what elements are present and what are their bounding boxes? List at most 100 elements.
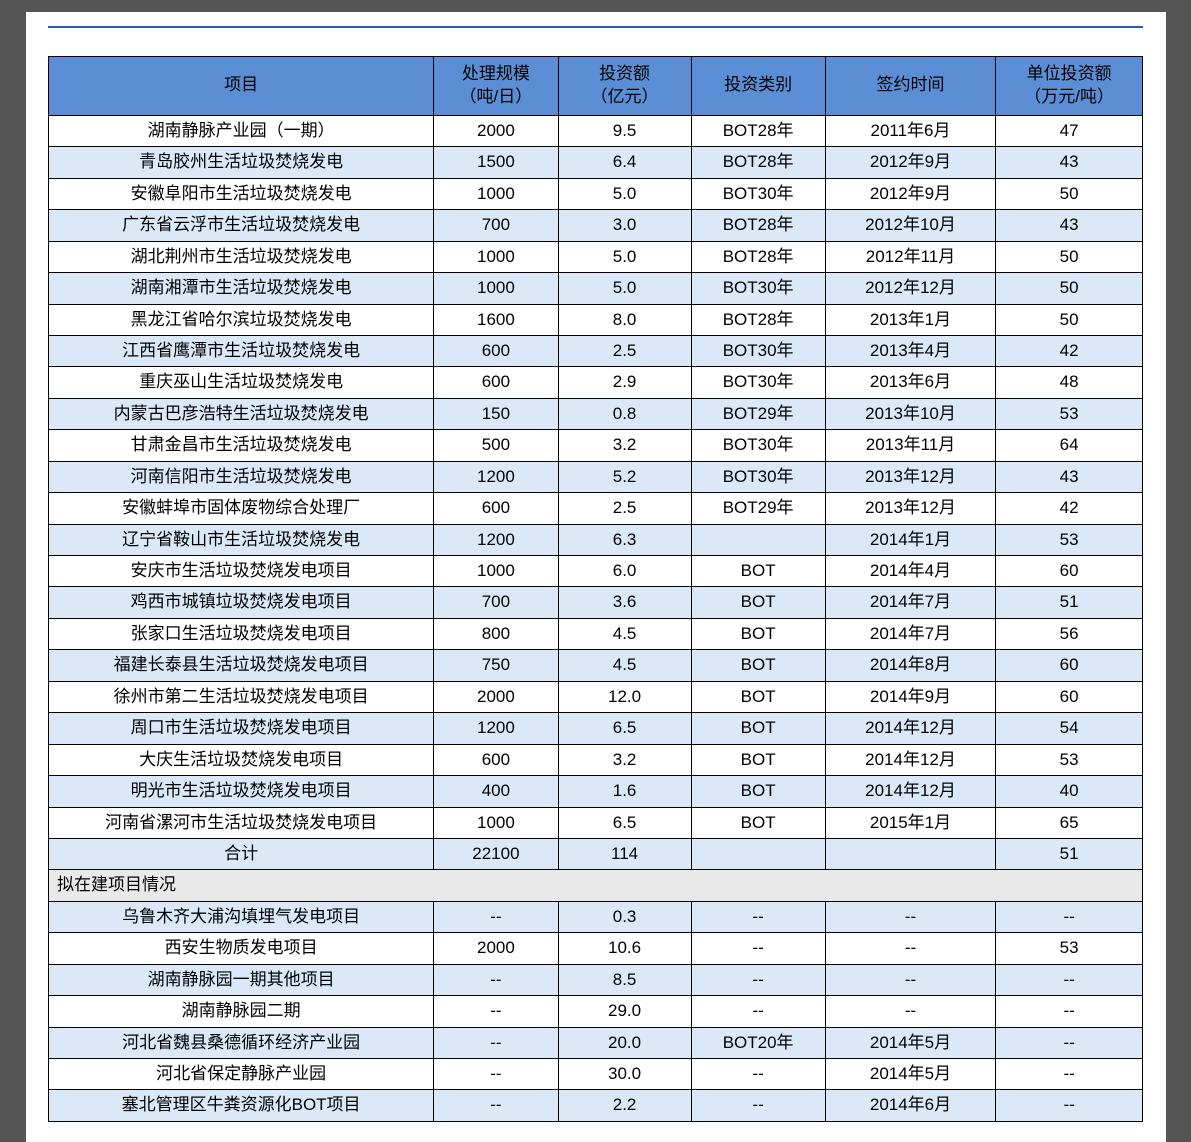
- cell: --: [996, 1027, 1143, 1058]
- cell: 8.0: [558, 304, 691, 335]
- cell: 辽宁省鞍山市生活垃圾焚烧发电: [49, 524, 434, 555]
- table-row: 大庆生活垃圾焚烧发电项目6003.2BOT2014年12月53: [49, 744, 1143, 775]
- col-type: 投资类别: [691, 57, 825, 116]
- cell: BOT30年: [691, 178, 825, 209]
- table-row: 湖南静脉园一期其他项目--8.5------: [49, 964, 1143, 995]
- table-row: 安徽蚌埠市固体废物综合处理厂6002.5BOT29年2013年12月42: [49, 493, 1143, 524]
- cell: [691, 524, 825, 555]
- cell: --: [691, 1090, 825, 1121]
- cell: BOT30年: [691, 367, 825, 398]
- cell: 9.5: [558, 115, 691, 146]
- table-row: 黑龙江省哈尔滨垃圾焚烧发电16008.0BOT28年2013年1月50: [49, 304, 1143, 335]
- cell: 6.5: [558, 807, 691, 838]
- cell: 60: [996, 681, 1143, 712]
- cell: 0.3: [558, 901, 691, 932]
- cell: 1000: [434, 556, 558, 587]
- cell: 鸡西市城镇垃圾焚烧发电项目: [49, 587, 434, 618]
- table-row: 青岛胶州生活垃圾焚烧发电15006.4BOT28年2012年9月43: [49, 147, 1143, 178]
- cell: 60: [996, 650, 1143, 681]
- cell: 48: [996, 367, 1143, 398]
- cell: 22100: [434, 838, 558, 869]
- cell: BOT29年: [691, 398, 825, 429]
- cell: 2014年7月: [825, 587, 996, 618]
- cell: BOT: [691, 587, 825, 618]
- cell: BOT28年: [691, 210, 825, 241]
- cell: BOT29年: [691, 493, 825, 524]
- table-row: 湖南湘潭市生活垃圾焚烧发电10005.0BOT30年2012年12月50: [49, 273, 1143, 304]
- cell: 56: [996, 618, 1143, 649]
- cell: BOT: [691, 556, 825, 587]
- cell: 50: [996, 273, 1143, 304]
- cell: 750: [434, 650, 558, 681]
- cell: 42: [996, 493, 1143, 524]
- cell: --: [691, 933, 825, 964]
- table-row: 徐州市第二生活垃圾焚烧发电项目200012.0BOT2014年9月60: [49, 681, 1143, 712]
- cell: 60: [996, 556, 1143, 587]
- cell: 内蒙古巴彦浩特生活垃圾焚烧发电: [49, 398, 434, 429]
- cell: 2.9: [558, 367, 691, 398]
- table-row: 张家口生活垃圾焚烧发电项目8004.5BOT2014年7月56: [49, 618, 1143, 649]
- cell: 51: [996, 838, 1143, 869]
- cell: BOT: [691, 776, 825, 807]
- cell: 2013年6月: [825, 367, 996, 398]
- cell: 600: [434, 493, 558, 524]
- cell: 3.6: [558, 587, 691, 618]
- top-rule: [48, 26, 1143, 28]
- section-planned-header: 拟在建项目情况: [49, 870, 1143, 901]
- cell: 2014年5月: [825, 1059, 996, 1090]
- table-row: 西安生物质发电项目200010.6----53: [49, 933, 1143, 964]
- cell: 50: [996, 241, 1143, 272]
- cell: 47: [996, 115, 1143, 146]
- cell: BOT28年: [691, 241, 825, 272]
- cell: --: [691, 901, 825, 932]
- cell: 河南省漯河市生活垃圾焚烧发电项目: [49, 807, 434, 838]
- cell: 塞北管理区牛粪资源化BOT项目: [49, 1090, 434, 1121]
- cell: [691, 838, 825, 869]
- cell: 湖南湘潭市生活垃圾焚烧发电: [49, 273, 434, 304]
- cell: BOT: [691, 618, 825, 649]
- cell: 安徽蚌埠市固体废物综合处理厂: [49, 493, 434, 524]
- col-capacity-l2: （吨/日）: [460, 87, 533, 106]
- col-investment-l1: 投资额: [599, 64, 650, 83]
- cell: 2014年6月: [825, 1090, 996, 1121]
- cell: 2014年12月: [825, 776, 996, 807]
- cell: 2014年5月: [825, 1027, 996, 1058]
- cell: 河南信阳市生活垃圾焚烧发电: [49, 461, 434, 492]
- cell: 1600: [434, 304, 558, 335]
- cell: --: [996, 996, 1143, 1027]
- cell: [825, 838, 996, 869]
- cell: 湖南静脉园二期: [49, 996, 434, 1027]
- cell: 3.2: [558, 430, 691, 461]
- cell: 合计: [49, 838, 434, 869]
- cell: 1200: [434, 461, 558, 492]
- cell: 河北省魏县桑德循环经济产业园: [49, 1027, 434, 1058]
- cell: 2000: [434, 681, 558, 712]
- cell: 大庆生活垃圾焚烧发电项目: [49, 744, 434, 775]
- cell: 5.0: [558, 241, 691, 272]
- table-row: 周口市生活垃圾焚烧发电项目12006.5BOT2014年12月54: [49, 713, 1143, 744]
- cell: 400: [434, 776, 558, 807]
- cell: 重庆巫山生活垃圾焚烧发电: [49, 367, 434, 398]
- cell: 43: [996, 210, 1143, 241]
- cell: --: [434, 996, 558, 1027]
- cell: 800: [434, 618, 558, 649]
- table-row: 江西省鹰潭市生活垃圾焚烧发电6002.5BOT30年2013年4月42: [49, 335, 1143, 366]
- cell: 2012年11月: [825, 241, 996, 272]
- cell: 2013年1月: [825, 304, 996, 335]
- table-row: 塞北管理区牛粪资源化BOT项目--2.2--2014年6月--: [49, 1090, 1143, 1121]
- table-row: 福建长泰县生活垃圾焚烧发电项目7504.5BOT2014年8月60: [49, 650, 1143, 681]
- cell: BOT30年: [691, 461, 825, 492]
- cell: 广东省云浮市生活垃圾焚烧发电: [49, 210, 434, 241]
- section-planned-label: 拟在建项目情况: [49, 870, 1143, 901]
- cell: BOT: [691, 807, 825, 838]
- cell: 6.0: [558, 556, 691, 587]
- table-header: 项目 处理规模 （吨/日） 投资额 （亿元） 投资类别 签约时间 单位投资额 （…: [49, 57, 1143, 116]
- cell: 30.0: [558, 1059, 691, 1090]
- cell: 43: [996, 461, 1143, 492]
- table-row: 河南省漯河市生活垃圾焚烧发电项目10006.5BOT2015年1月65: [49, 807, 1143, 838]
- cell: --: [825, 901, 996, 932]
- cell: 徐州市第二生活垃圾焚烧发电项目: [49, 681, 434, 712]
- document-page: 项目 处理规模 （吨/日） 投资额 （亿元） 投资类别 签约时间 单位投资额 （…: [26, 12, 1166, 1142]
- cell: 1200: [434, 713, 558, 744]
- cell: --: [996, 1059, 1143, 1090]
